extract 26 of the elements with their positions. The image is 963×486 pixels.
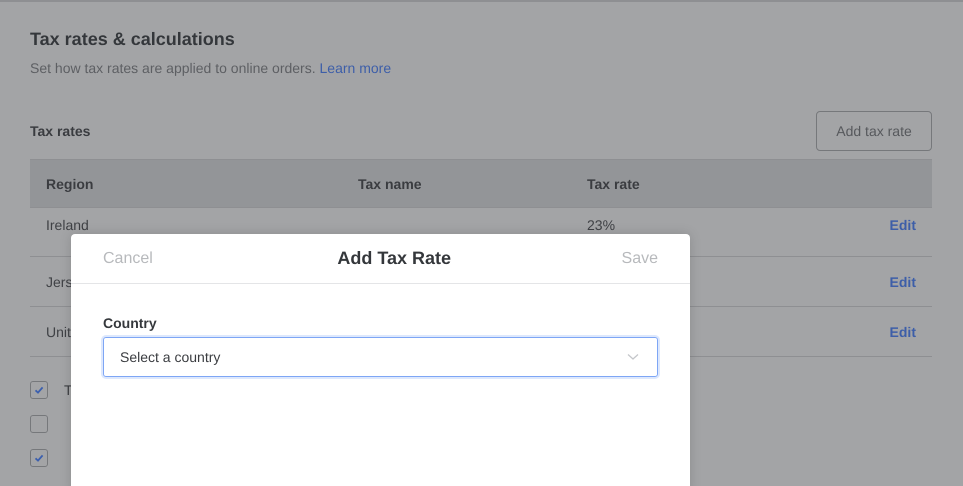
region-cell: Unit [46,324,71,340]
column-header: Tax rate [587,176,641,192]
check-icon [33,452,45,464]
section-label: Tax rates [30,123,90,139]
add-tax-rate-button[interactable]: Add tax rate [816,111,932,151]
edit-link[interactable]: Edit [890,274,916,290]
chevron-down-icon [627,353,639,361]
checkbox[interactable] [30,449,48,467]
check-icon [33,384,45,396]
cancel-button[interactable]: Cancel [103,250,153,268]
country-select[interactable]: Select a country [103,337,658,377]
edit-link[interactable]: Edit [890,217,916,233]
page-description: Set how tax rates are applied to online orders. Learn more [30,59,392,77]
column-header: Tax name [358,176,423,192]
learn-more-link[interactable]: Learn more [320,60,392,76]
region-cell: Jers [46,274,72,290]
option-label: T [64,382,73,398]
edit-link[interactable]: Edit [890,324,916,340]
checkbox[interactable] [30,415,48,433]
page-title: Tax rates & calculations [30,28,236,50]
tax-rate-cell: 23% [587,217,616,233]
region-cell: Ireland [46,217,89,233]
dialog-title: Add Tax Rate [337,248,452,269]
column-header: Region [45,176,94,192]
checkbox[interactable] [30,381,48,399]
field-label: Country [103,315,158,331]
